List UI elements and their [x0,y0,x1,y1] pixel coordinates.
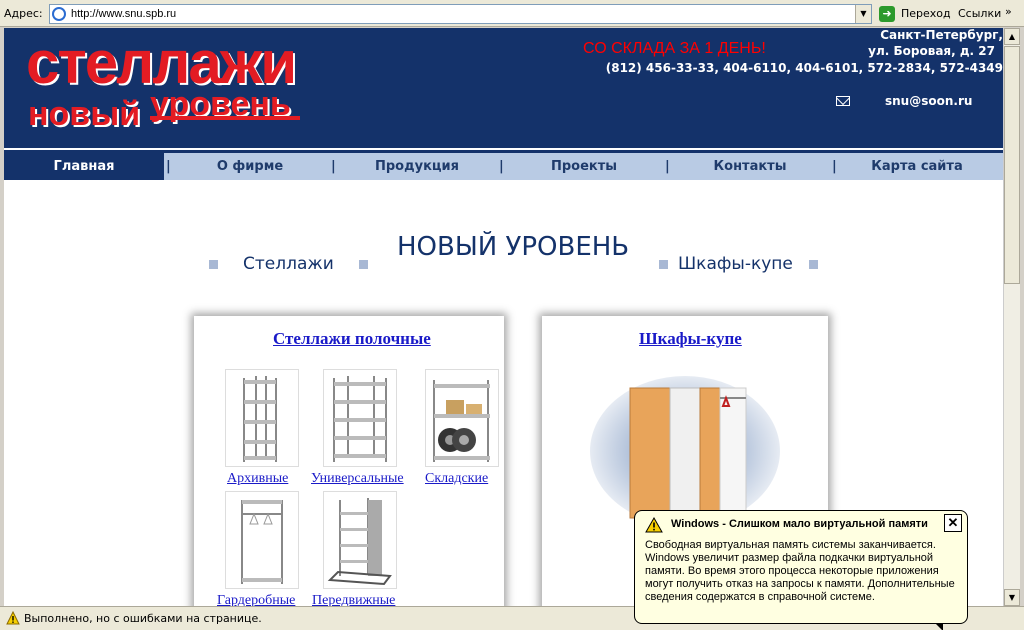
nav-item-sitemap[interactable]: Карта сайта [847,153,987,180]
nav-item-home[interactable]: Главная [4,153,164,180]
scroll-down-icon[interactable]: ▼ [1004,589,1020,606]
nav-separator: | [499,159,504,174]
link-mobile[interactable]: Передвижные [312,593,395,606]
bullet-icon [809,260,818,269]
warning-icon[interactable] [6,611,20,625]
ie-page-icon [52,7,66,21]
envelope-icon [836,96,850,106]
nav-item-projects[interactable]: Проекты [514,153,654,180]
link-universal[interactable]: Универсальные [311,471,404,487]
url-input[interactable]: http://www.snu.spb.ru ▼ [49,4,872,24]
balloon-text: Свободная виртуальная память системы зак… [645,539,955,603]
thumb-warehouse[interactable] [425,369,499,467]
go-label: Переход [901,7,951,20]
warning-icon [645,517,663,533]
bullet-icon [659,260,668,269]
site-header: стеллажи новый уровень СО СКЛАДА ЗА 1 ДЕ… [4,28,1003,148]
link-wardrobe-racks[interactable]: Гардеробные [217,593,295,606]
status-text: Выполнено, но с ошибками на странице. [24,612,262,625]
go-arrow-icon: ➜ [879,6,895,22]
nav-item-contacts[interactable]: Контакты [680,153,820,180]
bullet-icon [359,260,368,269]
nav-separator: | [331,159,336,174]
link-wardrobes[interactable]: Шкафы-купе [678,254,793,274]
chevron-down-icon[interactable]: ▼ [855,5,871,23]
go-button[interactable]: ➜ Переход [877,4,952,24]
vertical-scrollbar[interactable]: ▲ ▼ [1003,28,1020,606]
address-bar: Адрес: http://www.snu.spb.ru ▼ ➜ Переход… [0,0,1024,27]
link-warehouse[interactable]: Складские [425,471,488,487]
logo-underline [150,116,300,120]
nav-separator: | [832,159,837,174]
notification-balloon[interactable]: Windows - Слишком мало виртуальной памят… [634,510,968,630]
scrollbar-thumb[interactable] [1004,46,1020,284]
thumb-universal[interactable] [323,369,397,467]
links-button[interactable]: Ссылки [958,7,1001,20]
address-street: ул. Боровая, д. 27 [868,44,995,58]
url-text: http://www.snu.spb.ru [71,8,177,20]
card-shelving: Стеллажи полочные Архивные Универсальные… [194,316,504,606]
card-title-wardrobes[interactable]: Шкафы-купе [639,329,742,349]
nav-item-products[interactable]: Продукция [347,153,487,180]
nav-separator: | [166,159,171,174]
logo-text-new: новый [28,95,141,133]
main-nav: Главная | О фирме | Продукция | Проекты … [4,150,1003,180]
address-city: Санкт-Петербург, [880,28,1003,42]
balloon-title: Windows - Слишком мало виртуальной памят… [671,518,928,530]
thumb-wardrobe-rack[interactable] [225,491,299,589]
bullet-icon [209,260,218,269]
link-shelving[interactable]: Стеллажи [243,254,334,274]
thumb-archive[interactable] [225,369,299,467]
nav-item-about[interactable]: О фирме [180,153,320,180]
chevron-more-icon[interactable]: » [1005,5,1012,18]
wardrobe-image[interactable] [590,376,780,526]
close-icon[interactable]: ✕ [944,514,962,532]
address-label: Адрес: [4,7,43,20]
slogan: СО СКЛАДА ЗА 1 ДЕНЬ! [583,40,766,57]
phone-numbers: (812) 456-33-33, 404-6110, 404-6101, 572… [605,61,1003,75]
link-archive[interactable]: Архивные [227,471,288,487]
balloon-tail [935,623,943,630]
nav-separator: | [665,159,670,174]
card-title-shelving[interactable]: Стеллажи полочные [273,329,431,349]
thumb-mobile[interactable] [323,491,397,589]
scroll-up-icon[interactable]: ▲ [1004,28,1020,45]
page-title: НОВЫЙ УРОВЕНЬ [397,232,630,262]
email-link[interactable]: snu@soon.ru [885,94,972,108]
